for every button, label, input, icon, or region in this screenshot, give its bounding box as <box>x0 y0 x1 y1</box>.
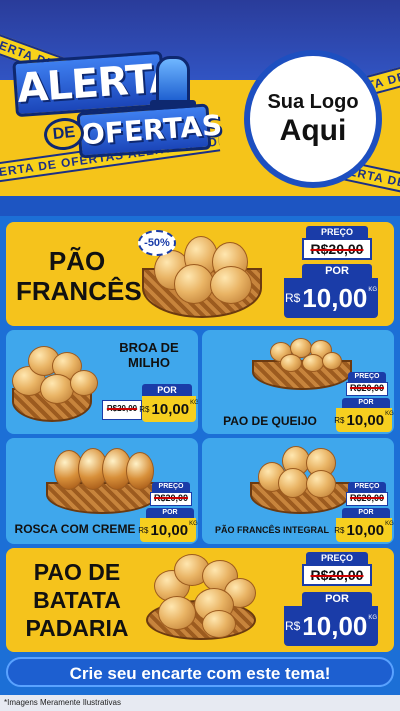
old-price: R$20,00 <box>102 400 142 420</box>
disclaimer-text: *Imagens Meramente Ilustrativas <box>0 695 400 711</box>
product-card-rosca-com-creme[interactable]: PREÇO R$20,00 POR ROSCA COM CREME R$ 10,… <box>6 438 198 544</box>
new-price: R$ 10,00 KG <box>138 518 198 542</box>
price-label: PREÇO <box>348 372 386 382</box>
bread-image <box>40 374 74 404</box>
old-price: R$20,00 <box>150 492 192 506</box>
product-card-pao-de-queijo[interactable]: PREÇO R$20,00 POR PAO DE QUEIJO R$ 10,00… <box>202 330 394 434</box>
title-ofertas: OFERTAS <box>76 103 223 159</box>
new-price: R$ 10,00 KG <box>334 408 394 432</box>
bread-image <box>280 354 302 372</box>
header-banner: ALERTA DE OFERTAS ALERTA DE OFERTAS ALER… <box>0 0 400 216</box>
product-name: PAO DE BATATA PADARIA <box>25 559 129 641</box>
price-label: PREÇO <box>348 482 386 492</box>
por-label: POR <box>302 592 372 606</box>
price-label: PREÇO <box>306 226 368 238</box>
new-price: R$ 10,00 KG <box>284 278 378 318</box>
product-card-pao-de-batata[interactable]: PAO DE BATATA PADARIA PREÇO R$20,00 POR … <box>6 548 394 652</box>
product-name: PÃO FRANCÊS INTEGRAL <box>214 525 329 535</box>
bread-image <box>174 264 214 304</box>
product-name: PÃO FRANCÊS <box>16 246 142 306</box>
discount-badge: -50% <box>138 230 176 256</box>
bread-image <box>210 266 252 304</box>
old-price: R$20,00 <box>302 238 372 260</box>
product-name: BROA DE MILHO <box>119 340 179 370</box>
por-label: POR <box>146 508 194 518</box>
product-card-broa-de-milho[interactable]: BROA DE MILHO POR R$20,00 R$ 10,00 KG <box>6 330 198 434</box>
siren-icon <box>156 56 190 104</box>
new-price: R$ 10,00 KG <box>334 518 394 542</box>
product-card-pao-frances[interactable]: PÃO FRANCÊS -50% PREÇO R$20,00 POR R$ 10… <box>6 222 394 326</box>
new-price: R$ 10,00 KG <box>139 396 198 422</box>
old-price: R$20,00 <box>346 492 388 506</box>
por-label: POR <box>302 264 372 278</box>
bread-image <box>202 610 236 638</box>
new-price: R$ 10,00 KG <box>284 606 378 646</box>
bread-image <box>322 352 342 370</box>
logo-text-line2: Aqui <box>279 114 347 147</box>
price-label: PREÇO <box>152 482 190 492</box>
product-name: ROSCA COM CREME <box>14 522 136 536</box>
bread-image <box>70 370 98 396</box>
bread-image <box>126 452 154 490</box>
por-label: POR <box>342 508 390 518</box>
product-card-pao-frances-integral[interactable]: PREÇO R$20,00 POR PÃO FRANCÊS INTEGRAL R… <box>202 438 394 544</box>
header-bottom-band <box>0 196 400 216</box>
bread-image <box>158 596 196 630</box>
bread-image <box>278 468 308 498</box>
por-label: POR <box>342 398 390 408</box>
logo-text-line1: Sua Logo <box>267 91 359 113</box>
old-price: R$20,00 <box>346 382 388 396</box>
bread-image <box>306 470 336 498</box>
logo-placeholder[interactable]: Sua Logo Aqui <box>244 50 382 188</box>
old-price: R$20,00 <box>302 564 372 586</box>
bread-image <box>302 354 324 372</box>
por-label: POR <box>142 384 192 396</box>
price-label: PREÇO <box>306 552 368 564</box>
product-name: PAO DE QUEIJO <box>223 414 317 428</box>
cta-banner[interactable]: Crie seu encarte com este tema! <box>6 657 394 687</box>
